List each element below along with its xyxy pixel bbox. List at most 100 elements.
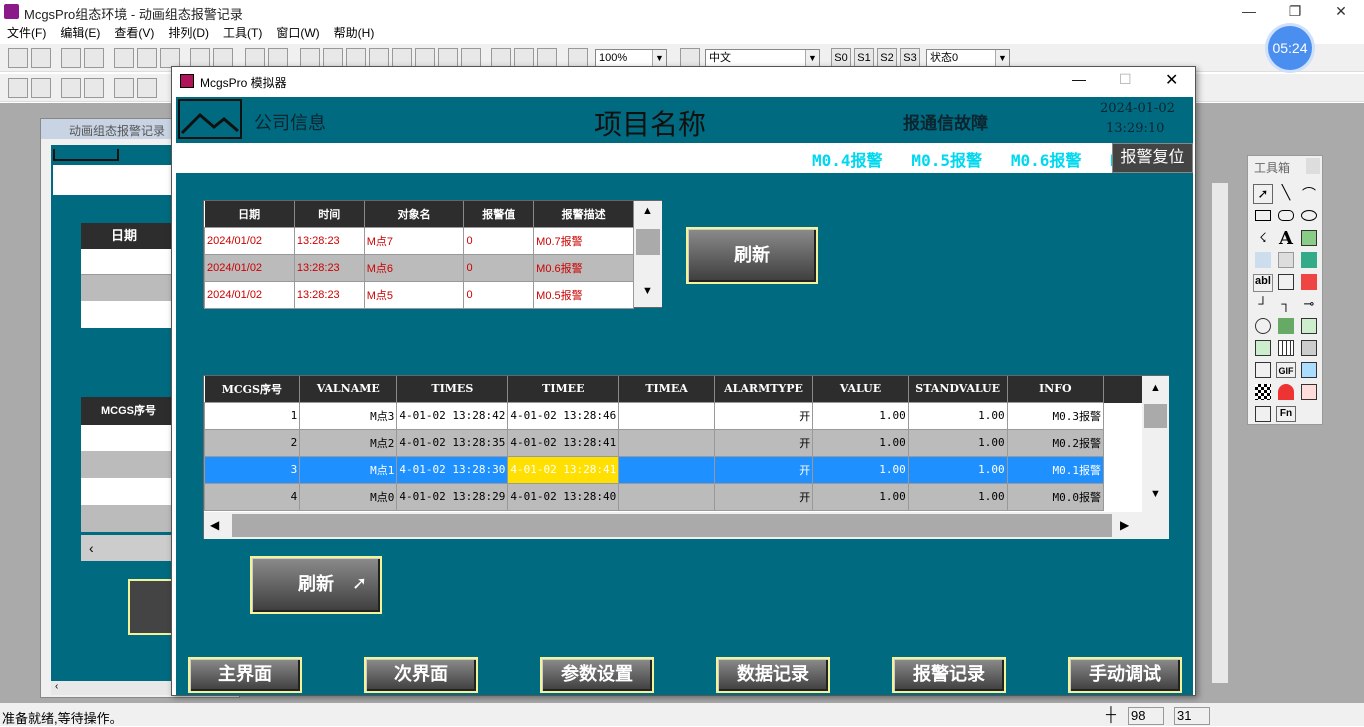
nav-sub-button[interactable]: 次界面 xyxy=(364,657,478,693)
workspace-vscrollbar[interactable] xyxy=(1212,183,1228,683)
center-v-icon[interactable] xyxy=(114,78,134,98)
center-h-icon[interactable] xyxy=(137,78,157,98)
nav-main-button[interactable]: 主界面 xyxy=(188,657,302,693)
alarm-light-tool-icon[interactable] xyxy=(1278,384,1294,400)
frame-tool-icon[interactable] xyxy=(1255,406,1271,422)
valve-tool-icon[interactable]: ⊸ xyxy=(1299,296,1319,314)
scroll-down-icon[interactable]: ▼ xyxy=(1150,488,1161,500)
button-tool-icon[interactable] xyxy=(1278,274,1294,290)
record-table-hscroll[interactable]: ◀ ▶ xyxy=(204,512,1169,539)
scroll-up-icon[interactable]: ▲ xyxy=(642,205,653,217)
undo-icon[interactable] xyxy=(190,48,210,68)
state-select[interactable]: 状态0 ▼ xyxy=(926,49,1010,67)
menu-window[interactable]: 窗口(W) xyxy=(269,24,326,42)
alarm-reset-button[interactable]: 报警复位 xyxy=(1112,143,1193,173)
scroll-right-icon[interactable]: ▶ xyxy=(1120,518,1129,532)
polygon-tool-icon[interactable]: ☇ xyxy=(1253,230,1273,250)
trend-tool-icon[interactable] xyxy=(1301,318,1317,334)
language-select[interactable]: 中文 ▼ xyxy=(705,49,820,67)
props-icon[interactable] xyxy=(491,48,511,68)
state-s1-button[interactable]: S1 xyxy=(854,48,874,68)
align-right-icon[interactable] xyxy=(31,78,51,98)
scroll-thumb[interactable] xyxy=(232,514,1112,537)
chart-tool-icon[interactable] xyxy=(1255,340,1271,356)
edit3-icon[interactable] xyxy=(346,48,366,68)
scroll-up-icon[interactable]: ▲ xyxy=(1150,382,1161,394)
help-icon[interactable] xyxy=(568,48,588,68)
record-table-vscroll[interactable]: ▲ ▼ xyxy=(1142,376,1169,512)
language-icon[interactable] xyxy=(680,48,700,68)
sim-close-button[interactable]: ✕ xyxy=(1165,70,1178,90)
report-tool-icon[interactable] xyxy=(1255,362,1271,378)
tools-icon[interactable] xyxy=(245,48,265,68)
shape-tool-icon[interactable] xyxy=(1301,252,1317,268)
arc-tool-icon[interactable]: ⌒ xyxy=(1299,184,1319,204)
bitmap-tool-icon[interactable] xyxy=(1301,230,1317,246)
animate-tool-icon[interactable] xyxy=(1278,318,1294,334)
menu-view[interactable]: 查看(V) xyxy=(107,24,161,42)
save-icon[interactable] xyxy=(31,48,51,68)
toolbox-close-icon[interactable] xyxy=(1306,158,1320,174)
state-s0-button[interactable]: S0 xyxy=(831,48,851,68)
ellipse-tool-icon[interactable] xyxy=(1301,210,1317,221)
state-s3-button[interactable]: S3 xyxy=(900,48,920,68)
input-tool-icon[interactable]: abl xyxy=(1253,274,1273,292)
align-bottom-icon[interactable] xyxy=(84,78,104,98)
nav-manual-button[interactable]: 手动调试 xyxy=(1068,657,1182,693)
gauge-tool-icon[interactable] xyxy=(1255,318,1271,334)
align-left-icon[interactable] xyxy=(8,78,28,98)
table-row-selected[interactable]: 3 M点1 4-01-02 13:28:30 4-01-02 13:28:41 开 1.0… xyxy=(203,455,1105,484)
table-row[interactable]: 2 M点2 4-01-02 13:28:35 4-01-02 13:28:41 开 1.0… xyxy=(203,428,1105,457)
edit2-icon[interactable] xyxy=(323,48,343,68)
menu-help[interactable]: 帮助(H) xyxy=(327,24,382,42)
scroll-thumb[interactable] xyxy=(636,229,660,255)
state-s2-button[interactable]: S2 xyxy=(877,48,897,68)
redo-icon[interactable] xyxy=(213,48,233,68)
close-button[interactable]: ✕ xyxy=(1318,0,1364,24)
layer-icon[interactable] xyxy=(268,48,288,68)
align1-icon[interactable] xyxy=(392,48,412,68)
copy-icon[interactable] xyxy=(137,48,157,68)
table-row[interactable]: 2024/01/02 13:28:23 M点5 0 M0.5报警 xyxy=(204,280,634,309)
gif-tool-icon[interactable]: GIF xyxy=(1276,362,1296,378)
zoom-select[interactable]: 100% ▼ xyxy=(595,49,667,67)
print-icon[interactable] xyxy=(61,48,81,68)
check-icon[interactable] xyxy=(461,48,481,68)
menu-file[interactable]: 文件(F) xyxy=(0,24,53,42)
download-icon[interactable] xyxy=(537,48,557,68)
pipe1-tool-icon[interactable]: ┘ xyxy=(1253,296,1273,314)
new-icon[interactable] xyxy=(8,48,28,68)
scroll-thumb[interactable] xyxy=(1144,404,1167,428)
pipe2-tool-icon[interactable]: ┐ xyxy=(1276,296,1296,314)
nav-alarm-button[interactable]: 报警记录 xyxy=(892,657,1006,693)
lib-tool-icon[interactable] xyxy=(1278,252,1294,268)
table-row[interactable]: 2024/01/02 13:28:23 M点7 0 M0.7报警 xyxy=(204,226,634,255)
table-tool-icon[interactable] xyxy=(1278,340,1294,356)
image-tool-icon[interactable] xyxy=(1301,362,1317,378)
alarm-table-vscroll[interactable]: ▲ ▼ xyxy=(634,201,662,307)
sim-minimize-button[interactable]: — xyxy=(1072,71,1086,87)
rect-tool-icon[interactable] xyxy=(1255,210,1271,221)
menu-arrange[interactable]: 排列(D) xyxy=(161,24,216,42)
paste-icon[interactable] xyxy=(160,48,180,68)
scroll-down-icon[interactable]: ▼ xyxy=(642,285,653,297)
table-row[interactable]: 1 M点3 4-01-02 13:28:42 4-01-02 13:28:46 开 1.0… xyxy=(203,401,1105,430)
menu-tools[interactable]: 工具(T) xyxy=(216,24,269,42)
canvas-hscroll[interactable]: ‹ xyxy=(81,535,181,561)
refresh-alarm-button[interactable]: 刷新 xyxy=(686,227,818,284)
font-icon[interactable] xyxy=(369,48,389,68)
verify-icon[interactable] xyxy=(514,48,534,68)
table-row[interactable]: 4 M点0 4-01-02 13:28:29 4-01-02 13:28:40 开 1.0… xyxy=(203,482,1105,511)
line-tool-icon[interactable]: ╲ xyxy=(1276,184,1296,204)
grid-icon[interactable] xyxy=(438,48,458,68)
function-tool-icon[interactable]: Fn xyxy=(1276,406,1296,422)
edit1-icon[interactable] xyxy=(300,48,320,68)
preview-icon[interactable] xyxy=(84,48,104,68)
alarm-tool-icon[interactable] xyxy=(1301,384,1317,400)
pointer-tool-icon[interactable]: ➚ xyxy=(1253,184,1273,204)
menu-edit[interactable]: 编辑(E) xyxy=(53,24,107,42)
cut-icon[interactable] xyxy=(114,48,134,68)
switch-tool-icon[interactable] xyxy=(1301,274,1317,290)
window-tool-icon[interactable] xyxy=(1301,340,1317,356)
table-row[interactable]: 2024/01/02 13:28:23 M点6 0 M0.6报警 xyxy=(204,253,634,282)
